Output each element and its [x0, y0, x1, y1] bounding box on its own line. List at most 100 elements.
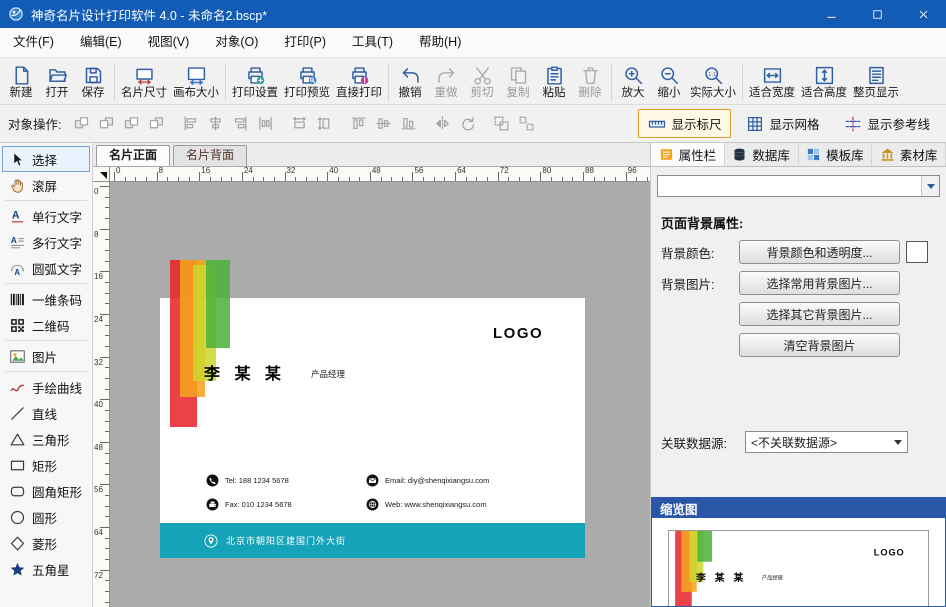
toolbar-separator	[742, 63, 743, 101]
toggle-show-grid[interactable]: 显示网格	[736, 109, 829, 138]
card-contact-tel[interactable]: Tel: 188 1234 5678	[206, 474, 289, 487]
toolbar-separator	[225, 63, 226, 101]
bg-image-other-button[interactable]: 选择其它背景图片...	[739, 302, 900, 326]
properties-label: 属性栏	[679, 145, 717, 164]
toggle-show-guides[interactable]: 显示参考线	[834, 109, 940, 138]
menu-item-tools[interactable]: 工具(T)	[339, 28, 406, 57]
tool-rounded-rectangle[interactable]: 圆角矩形	[2, 478, 90, 504]
tool-pan[interactable]: 滚屏	[2, 172, 90, 198]
bg-image-common-button[interactable]: 选择常用背景图片...	[739, 271, 900, 295]
tab-database[interactable]: 数据库	[725, 143, 799, 166]
tool-star[interactable]: 五角星	[2, 556, 90, 582]
show-ruler-label: 显示标尺	[671, 114, 721, 133]
save-button[interactable]: 保存	[75, 64, 111, 101]
fit-width-icon	[762, 65, 783, 86]
new-icon	[11, 65, 32, 86]
card-contact-web[interactable]: Web: www.shenqixiangsu.com	[366, 498, 487, 511]
paste-button[interactable]: 粘贴	[536, 64, 572, 101]
tool-rectangle[interactable]: 矩形	[2, 452, 90, 478]
multi-line-text-icon: A	[9, 234, 26, 251]
bg-image-clear-button[interactable]: 清空背景图片	[739, 333, 900, 357]
card-name[interactable]: 李 某 某	[204, 360, 286, 384]
tool-single-line-text[interactable]: A单行文字	[2, 203, 90, 229]
tool-diamond[interactable]: 菱形	[2, 530, 90, 556]
menu-item-object[interactable]: 对象(O)	[202, 28, 271, 57]
undo-button[interactable]: 撤销	[392, 64, 428, 101]
fit-height-icon	[814, 65, 835, 86]
tool-panel: 选择滚屏A单行文字A多行文字A圆弧文字一维条码二维码图片手绘曲线直线三角形矩形圆…	[0, 143, 93, 607]
datasource-dropdown[interactable]: <不关联数据源>	[745, 431, 908, 453]
print-preview-button[interactable]: 打印预览	[281, 64, 333, 101]
menu-item-print[interactable]: 打印(P)	[271, 28, 339, 57]
tool-barcode-1d[interactable]: 一维条码	[2, 286, 90, 312]
new-button[interactable]: 新建	[3, 64, 39, 101]
card-name[interactable]: 李 某 某	[696, 569, 746, 584]
tool-circle[interactable]: 圆形	[2, 504, 90, 530]
card-logo[interactable]: LOGO	[493, 325, 543, 342]
datasource-label: 关联数据源:	[661, 433, 739, 452]
ruler-origin-icon	[100, 172, 107, 179]
tab-template-library[interactable]: 模板库	[799, 143, 873, 166]
editor-area: 名片正面名片背面 081624324048566472808896 081624…	[93, 143, 650, 607]
tool-triangle[interactable]: 三角形	[2, 426, 90, 452]
align-middle-button	[371, 111, 396, 136]
fit-width-button[interactable]: 适合宽度	[746, 64, 798, 101]
open-button[interactable]: 打开	[39, 64, 75, 101]
canvas-size-button[interactable]: 画布大小	[170, 64, 222, 101]
toolbar-separator	[388, 63, 389, 101]
card-footer-bar[interactable]: 北京市朝阳区建国门外大街	[160, 523, 585, 558]
tab-card-back[interactable]: 名片背面	[173, 145, 247, 166]
card-size-button[interactable]: 名片尺寸	[118, 64, 170, 101]
zoom-in-label: 放大	[622, 87, 645, 100]
menu-item-help[interactable]: 帮助(H)	[406, 28, 474, 57]
business-card[interactable]: 北京市朝阳区建国门外大街LOGO李 某 某产品经理Tel: 188 1234 5…	[669, 531, 929, 606]
tool-straight-line[interactable]: 直线	[2, 400, 90, 426]
zoom-in-button[interactable]: 放大	[615, 64, 651, 101]
minimize-button[interactable]	[808, 0, 854, 28]
tool-freehand-curve[interactable]: 手绘曲线	[2, 374, 90, 400]
thumbnail-card-host[interactable]: 北京市朝阳区建国门外大街LOGO李 某 某产品经理Tel: 188 1234 5…	[668, 530, 929, 606]
menu-item-file[interactable]: 文件(F)	[0, 28, 67, 57]
zoom-out-button[interactable]: 缩小	[651, 64, 687, 101]
zoom-actual-button[interactable]: 1:1实际大小	[687, 64, 739, 101]
same-height-button	[312, 111, 337, 136]
tab-card-front[interactable]: 名片正面	[96, 145, 170, 166]
card-job-title[interactable]: 产品经理	[762, 574, 783, 581]
card-color-bar[interactable]	[697, 530, 712, 562]
fit-height-button[interactable]: 适合高度	[798, 64, 850, 101]
align-left-icon	[182, 115, 199, 132]
bg-color-button[interactable]: 背景颜色和透明度...	[739, 240, 900, 264]
toggle-show-ruler[interactable]: 显示标尺	[638, 109, 731, 138]
object-select-dropdown[interactable]	[657, 175, 940, 197]
card-contact-fax[interactable]: Fax: 010 1234 5678	[206, 498, 292, 511]
print-setup-button[interactable]: 打印设置	[229, 64, 281, 101]
card-job-title[interactable]: 产品经理	[311, 368, 345, 380]
single-line-text-icon: A	[9, 208, 26, 225]
align-top-button	[346, 111, 371, 136]
tool-qrcode[interactable]: 二维码	[2, 312, 90, 338]
tab-properties[interactable]: 属性栏	[651, 143, 725, 166]
pan-icon	[9, 177, 26, 194]
maximize-button[interactable]	[854, 0, 900, 28]
tool-image[interactable]: 图片	[2, 343, 90, 369]
close-button[interactable]	[900, 0, 946, 28]
fit-page-button[interactable]: 整页显示	[850, 64, 902, 101]
tool-arc-text[interactable]: A圆弧文字	[2, 255, 90, 281]
card-contact-email[interactable]: Email: diy@shenqixiangsu.com	[366, 474, 489, 487]
menu-item-view[interactable]: 视图(V)	[135, 28, 203, 57]
copy-icon	[508, 65, 529, 86]
print-direct-button[interactable]: 直接打印	[333, 64, 385, 101]
zoom-actual-label: 实际大小	[690, 87, 736, 100]
bg-image-other-row: 选择其它背景图片...	[651, 302, 946, 326]
card-color-bar[interactable]	[206, 260, 230, 348]
tool-multi-line-text[interactable]: A多行文字	[2, 229, 90, 255]
menu-item-edit[interactable]: 编辑(E)	[67, 28, 135, 57]
tool-select[interactable]: 选择	[2, 146, 90, 172]
design-canvas[interactable]: 北京市朝阳区建国门外大街 LOGO 李 某 某 产品经理 Tel: 188 1234 5…	[110, 182, 650, 607]
window-title: 神奇名片设计打印软件 4.0 - 未命名2.bscp*	[31, 5, 801, 24]
align-top-icon	[350, 115, 367, 132]
tab-material-library[interactable]: 素材库	[872, 143, 946, 166]
business-card[interactable]: 北京市朝阳区建国门外大街 LOGO 李 某 某 产品经理 Tel: 188 1234 5…	[160, 298, 585, 558]
freehand-curve-label: 手绘曲线	[32, 378, 82, 397]
card-logo[interactable]: LOGO	[874, 548, 905, 558]
